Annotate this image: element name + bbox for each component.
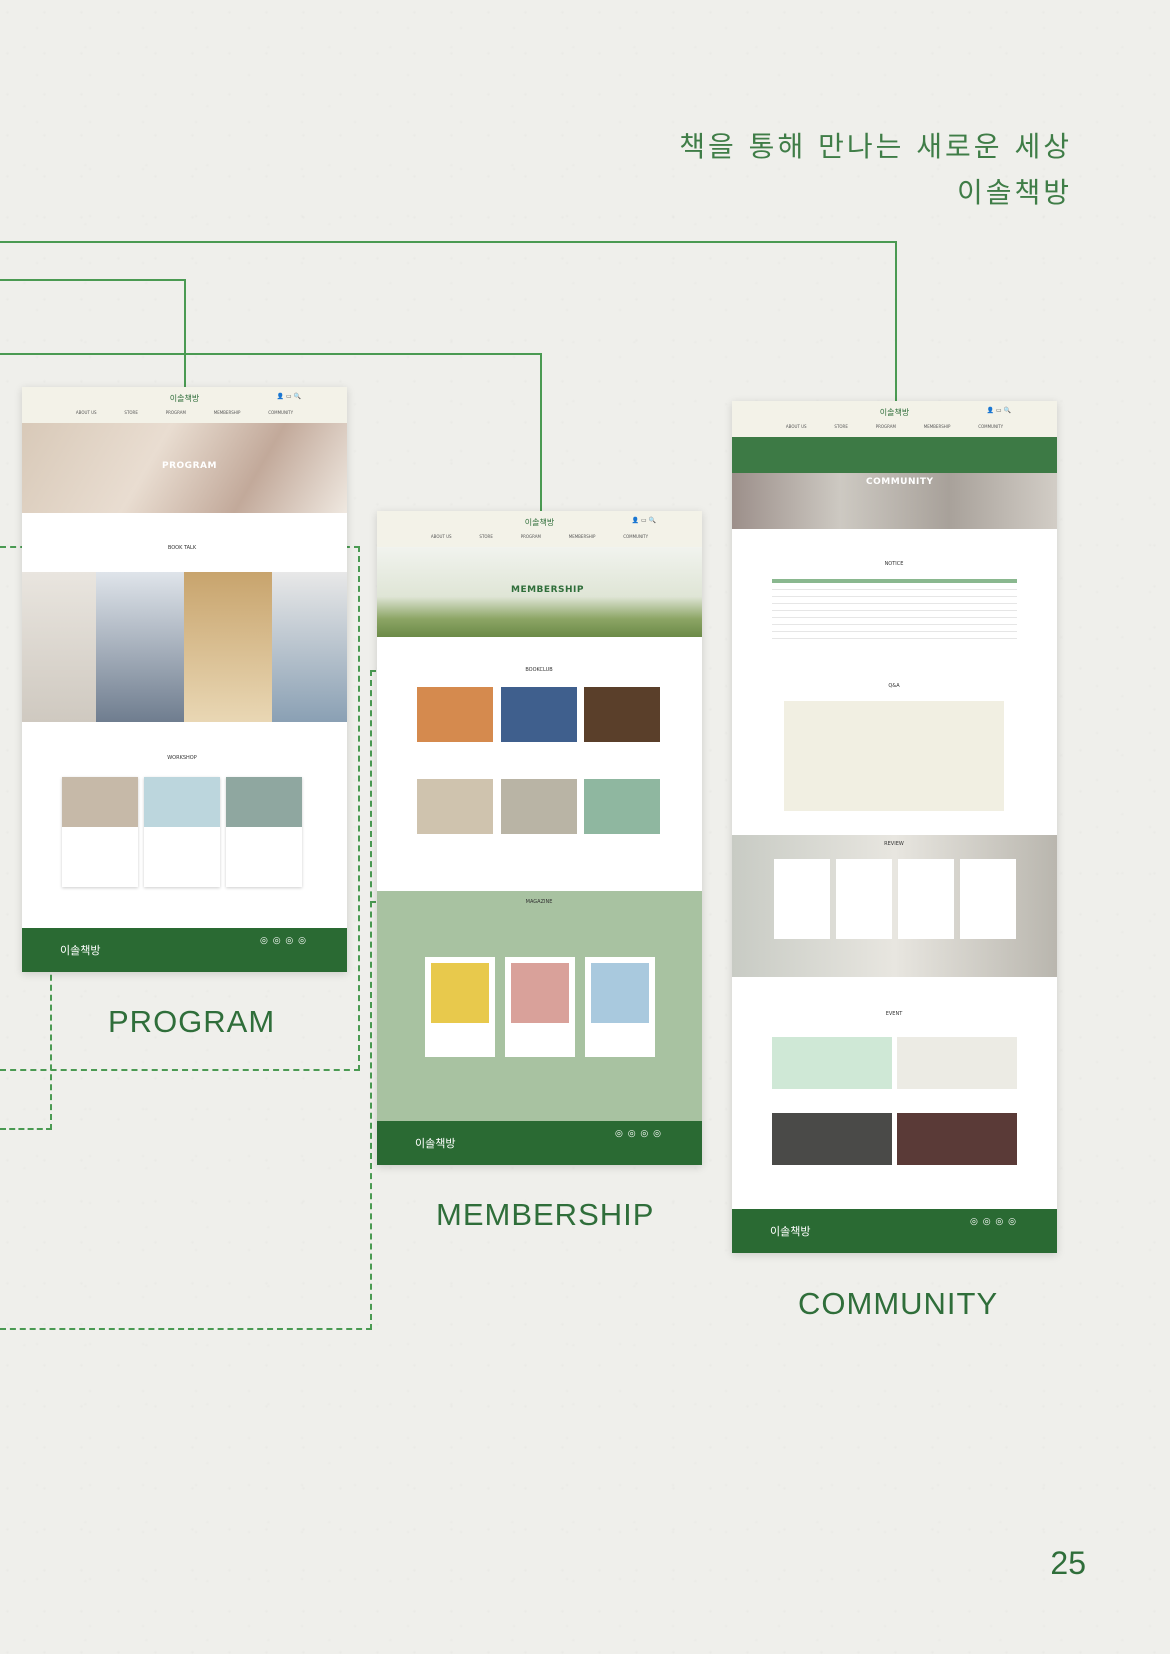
- site-header: 이솔책방 👤 ▭ 🔍 ABOUT US STORE PROGRAM MEMBER…: [377, 511, 702, 547]
- community-caption: COMMUNITY: [798, 1286, 999, 1321]
- site-nav: ABOUT US STORE PROGRAM MEMBERSHIP COMMUN…: [22, 410, 347, 415]
- review-card-2[interactable]: [836, 859, 892, 939]
- author-photo-1: [22, 572, 96, 722]
- author-photo-3: [184, 572, 272, 722]
- nav-program[interactable]: PROGRAM: [876, 424, 896, 429]
- bookclub-title: BOOKCLUB: [525, 667, 553, 673]
- bookclub-image-6[interactable]: [584, 779, 660, 834]
- header-icons: 👤 ▭ 🔍: [986, 407, 1011, 414]
- magazine-card-2[interactable]: [505, 957, 575, 1057]
- connector-membership-v: [540, 353, 542, 511]
- nav-about[interactable]: ABOUT US: [76, 410, 97, 415]
- footer-logo: 이솔책방: [60, 944, 101, 957]
- nav-store[interactable]: STORE: [479, 534, 492, 539]
- community-hero-title: COMMUNITY: [866, 477, 934, 487]
- site-header: 이솔책방 👤 ▭ 🔍 ABOUT US STORE PROGRAM MEMBER…: [22, 387, 347, 423]
- review-title: REVIEW: [884, 841, 904, 847]
- bookclub-image-1[interactable]: [417, 687, 493, 742]
- bookclub-image-2[interactable]: [501, 687, 577, 742]
- dropdown-menu-bar: [732, 437, 1057, 473]
- connector-membership-h: [0, 353, 542, 355]
- workshop-card-2[interactable]: [144, 777, 220, 887]
- site-footer: 이솔책방 ◎ ◎ ◎ ◎: [732, 1209, 1057, 1253]
- event-banner-3[interactable]: [772, 1113, 892, 1165]
- connector-community-h: [0, 241, 897, 243]
- membership-hero-title: MEMBERSHIP: [511, 585, 584, 595]
- event-banner-2[interactable]: [897, 1037, 1017, 1089]
- notice-title: NOTICE: [884, 561, 904, 567]
- review-card-3[interactable]: [898, 859, 954, 939]
- bookclub-image-4[interactable]: [417, 779, 493, 834]
- magazine-title: MAGAZINE: [525, 899, 553, 905]
- review-card-1[interactable]: [774, 859, 830, 939]
- connector-community-v: [895, 241, 897, 401]
- site-nav: ABOUT US STORE PROGRAM MEMBERSHIP COMMUN…: [377, 534, 702, 539]
- footer-logo: 이솔책방: [415, 1137, 456, 1150]
- nav-membership[interactable]: MEMBERSHIP: [924, 424, 951, 429]
- membership-caption: MEMBERSHIP: [436, 1197, 655, 1232]
- nav-program[interactable]: PROGRAM: [166, 410, 186, 415]
- book-talk-title: BOOK TALK: [167, 545, 197, 551]
- site-header: 이솔책방 👤 ▭ 🔍 ABOUT US STORE PROGRAM MEMBER…: [732, 401, 1057, 437]
- header-icons: 👤 ▭ 🔍: [631, 517, 656, 524]
- qna-title: Q&A: [888, 683, 900, 689]
- sns-icons[interactable]: ◎ ◎ ◎ ◎: [260, 936, 307, 946]
- magazine-card-3[interactable]: [585, 957, 655, 1057]
- nav-community[interactable]: COMMUNITY: [268, 410, 293, 415]
- connector-program-v: [184, 279, 186, 387]
- program-hero-title: PROGRAM: [162, 461, 217, 471]
- workshop-card-3[interactable]: [226, 777, 302, 887]
- nav-program[interactable]: PROGRAM: [521, 534, 541, 539]
- tagline: 책을 통해 만나는 새로운 세상 이솔책방: [679, 124, 1072, 216]
- nav-community[interactable]: COMMUNITY: [978, 424, 1003, 429]
- event-banner-1[interactable]: [772, 1037, 892, 1089]
- membership-mockup[interactable]: 이솔책방 👤 ▭ 🔍 ABOUT US STORE PROGRAM MEMBER…: [377, 511, 702, 1165]
- tagline-line-1: 책을 통해 만나는 새로운 세상: [679, 130, 1072, 163]
- bookclub-image-3[interactable]: [584, 687, 660, 742]
- nav-membership[interactable]: MEMBERSHIP: [569, 534, 596, 539]
- nav-community[interactable]: COMMUNITY: [623, 534, 648, 539]
- program-caption: PROGRAM: [108, 1004, 276, 1039]
- nav-store[interactable]: STORE: [124, 410, 137, 415]
- nav-store[interactable]: STORE: [834, 424, 847, 429]
- review-card-4[interactable]: [960, 859, 1016, 939]
- header-icons: 👤 ▭ 🔍: [276, 393, 301, 400]
- sns-icons[interactable]: ◎ ◎ ◎ ◎: [970, 1217, 1017, 1227]
- nav-about[interactable]: ABOUT US: [786, 424, 807, 429]
- notice-table[interactable]: [772, 579, 1017, 639]
- magazine-card-1[interactable]: [425, 957, 495, 1057]
- community-mockup[interactable]: 이솔책방 👤 ▭ 🔍 ABOUT US STORE PROGRAM MEMBER…: [732, 401, 1057, 1253]
- nav-about[interactable]: ABOUT US: [431, 534, 452, 539]
- bookclub-image-5[interactable]: [501, 779, 577, 834]
- page-number: 25: [1050, 1545, 1086, 1581]
- author-photo-2: [96, 572, 184, 722]
- event-title: EVENT: [885, 1011, 903, 1017]
- event-banner-4[interactable]: [897, 1113, 1017, 1165]
- author-photo-4: [272, 572, 347, 722]
- program-mockup[interactable]: 이솔책방 👤 ▭ 🔍 ABOUT US STORE PROGRAM MEMBER…: [22, 387, 347, 972]
- nav-membership[interactable]: MEMBERSHIP: [214, 410, 241, 415]
- qna-form[interactable]: [784, 701, 1004, 811]
- site-footer: 이솔책방 ◎ ◎ ◎ ◎: [22, 928, 347, 972]
- footer-logo: 이솔책방: [770, 1225, 811, 1238]
- connector-program-h: [0, 279, 186, 281]
- site-footer: 이솔책방 ◎ ◎ ◎ ◎: [377, 1121, 702, 1165]
- tagline-line-2: 이솔책방: [956, 176, 1072, 209]
- workshop-title: WORKSHOP: [167, 755, 197, 761]
- workshop-card-1[interactable]: [62, 777, 138, 887]
- site-nav: ABOUT US STORE PROGRAM MEMBERSHIP COMMUN…: [732, 424, 1057, 429]
- sns-icons[interactable]: ◎ ◎ ◎ ◎: [615, 1129, 662, 1139]
